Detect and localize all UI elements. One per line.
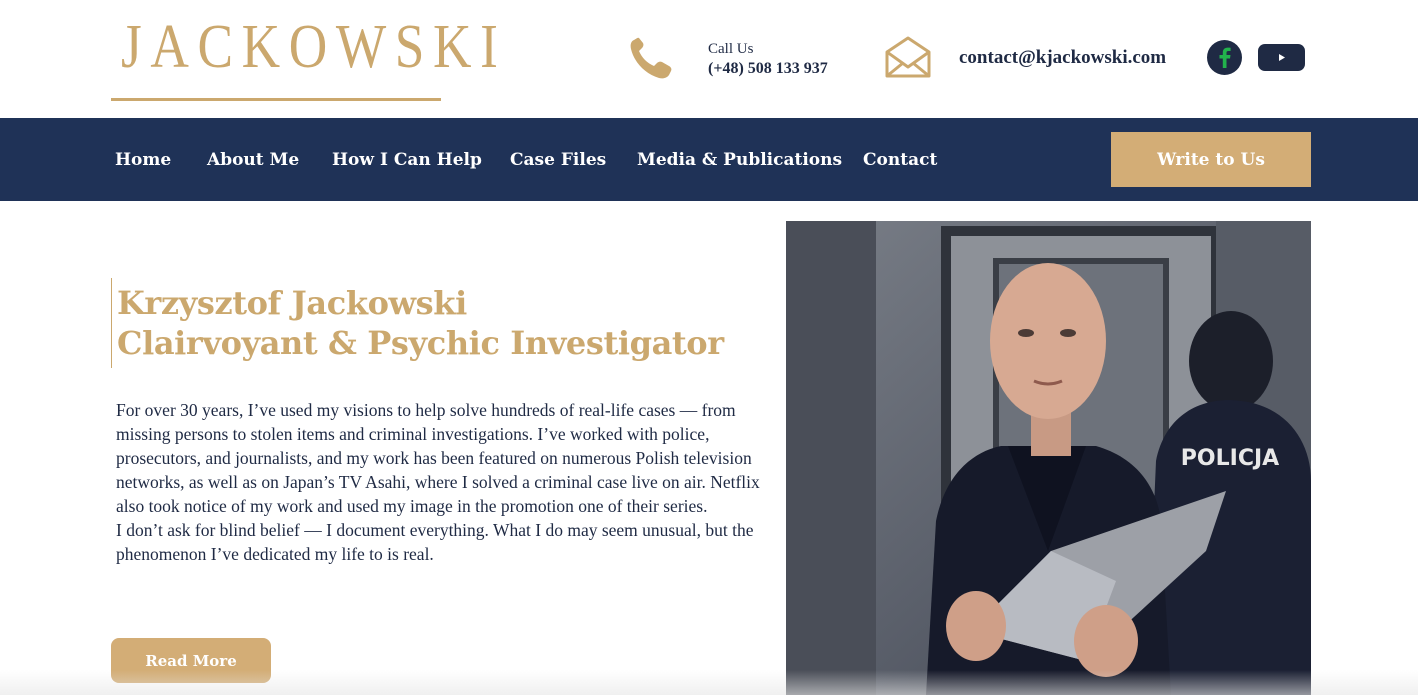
photo-badge-text: POLICJA	[1181, 446, 1279, 471]
nav-contact[interactable]: Contact	[863, 150, 937, 170]
title-accent-line	[111, 278, 112, 368]
call-us-label: Call Us	[708, 41, 754, 57]
nav-media-publications[interactable]: Media & Publications	[637, 150, 842, 170]
email-link[interactable]: contact@kjackowski.com	[959, 47, 1166, 69]
hero-photo: POLICJA	[786, 221, 1311, 695]
nav-home[interactable]: Home	[115, 150, 171, 170]
hero-paragraph-1: For over 30 years, I’ve used my visions …	[116, 400, 760, 516]
top-header: JACKOWSKI Call Us (+48) 508 133 937 cont…	[0, 0, 1418, 118]
hero-title-name: Krzysztof Jackowski	[117, 284, 467, 322]
logo-underline	[111, 98, 441, 101]
youtube-icon[interactable]	[1258, 44, 1305, 71]
site-logo[interactable]: JACKOWSKI	[111, 14, 498, 101]
hero-title-role: Clairvoyant & Psychic Investigator	[117, 324, 724, 362]
logo-text: JACKOWSKI	[121, 13, 507, 81]
hero-paragraph-2: I don’t ask for blind belief — I documen…	[116, 520, 754, 564]
phone-number-link[interactable]: (+48) 508 133 937	[708, 60, 828, 78]
hero-title: Krzysztof Jackowski Clairvoyant & Psychi…	[117, 283, 724, 363]
read-more-button[interactable]: Read More	[111, 638, 271, 683]
hero-description: For over 30 years, I’ve used my visions …	[116, 398, 776, 566]
phone-icon[interactable]	[628, 37, 674, 81]
nav-case-files[interactable]: Case Files	[510, 150, 606, 170]
hero-photo-illustration: POLICJA	[786, 221, 1311, 695]
nav-about-me[interactable]: About Me	[207, 150, 299, 170]
envelope-icon[interactable]	[884, 36, 932, 78]
nav-how-i-can-help[interactable]: How I Can Help	[332, 150, 482, 170]
write-to-us-button[interactable]: Write to Us	[1111, 132, 1311, 187]
facebook-icon[interactable]	[1207, 40, 1242, 75]
